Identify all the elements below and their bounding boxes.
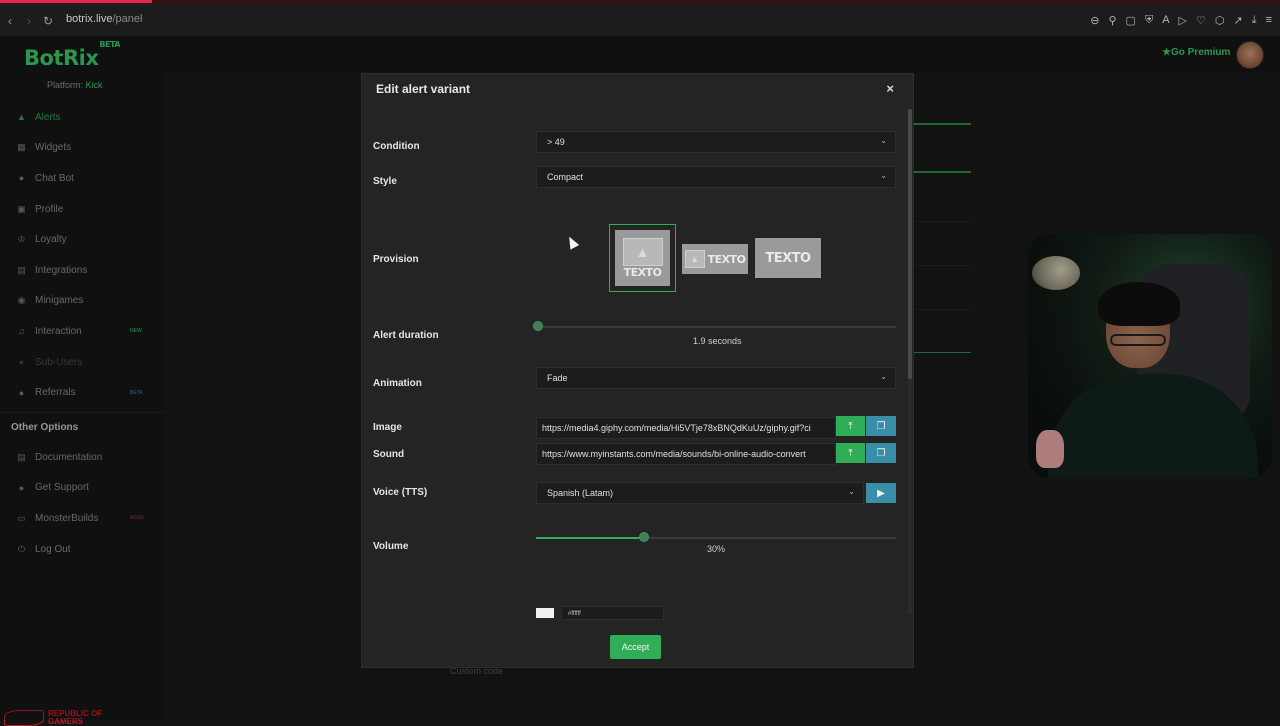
condition-label: Condition — [373, 141, 420, 152]
provision-option-vertical[interactable]: ▲ TEXTO — [615, 230, 670, 286]
play-icon[interactable]: ▷ — [1179, 14, 1187, 27]
browser-toolbar: ‹ › ↻ botrix.live/panel ⊖ ⚲ ▢ ⛨ A ▷ ♡ ⬡ … — [0, 0, 1280, 36]
animation-value: Fade — [547, 373, 568, 383]
chevron-down-icon: ⌄ — [880, 136, 887, 145]
download-icon[interactable]: ⤓ — [1252, 14, 1257, 27]
close-icon[interactable]: × — [886, 81, 894, 96]
sound-upload-button[interactable]: ⤒ — [836, 443, 865, 463]
zoom-icon[interactable]: ⊖ — [1090, 14, 1099, 27]
sound-label: Sound — [373, 449, 405, 460]
provision-option-horizontal[interactable]: ▲ TEXTO — [682, 244, 748, 274]
screenshot-icon[interactable]: ▢ — [1126, 14, 1136, 27]
animation-label: Animation — [373, 378, 422, 389]
address-bar[interactable]: botrix.live/panel — [66, 13, 142, 25]
duration-slider-track[interactable] — [538, 326, 896, 328]
chevron-down-icon: ⌄ — [880, 171, 887, 180]
text-color-input[interactable]: #ffffff — [561, 606, 664, 620]
image-label: Image — [373, 422, 402, 433]
image-placeholder-icon: ▲ — [622, 237, 663, 266]
animation-select[interactable]: Fade ⌄ — [536, 367, 896, 389]
image-placeholder-icon: ▲ — [684, 250, 705, 268]
share-icon[interactable]: ↗ — [1233, 14, 1242, 27]
provision-option-text-only[interactable]: TEXTO — [755, 238, 821, 278]
voice-value: Spanish (Latam) — [547, 488, 614, 498]
provision-label: Provision — [373, 254, 419, 265]
voice-tts-label: Voice (TTS) — [373, 487, 428, 498]
provision-card-text: TEXTO — [765, 250, 811, 266]
tts-play-button[interactable]: ▶ — [866, 483, 896, 503]
active-tab-indicator[interactable] — [0, 0, 152, 3]
gallery-icon: ❐ — [876, 447, 886, 459]
provision-card-text: TEXTO — [623, 265, 662, 279]
modal-title: Edit alert variant — [376, 82, 471, 96]
accept-button[interactable]: Accept — [610, 635, 661, 659]
upload-icon: ⤒ — [848, 420, 853, 432]
edit-alert-variant-modal: Edit alert variant × Condition > 49 ⌄ Sty… — [361, 73, 914, 668]
duration-slider-handle[interactable] — [533, 321, 543, 331]
url-path: /panel — [112, 13, 143, 25]
heart-icon[interactable]: ♡ — [1196, 14, 1206, 27]
text-color-swatch[interactable] — [536, 608, 554, 618]
volume-slider-handle[interactable] — [639, 532, 649, 542]
url-host: botrix.live — [66, 13, 113, 25]
provision-card-text: TEXTO — [707, 252, 746, 266]
style-select[interactable]: Compact ⌄ — [536, 166, 896, 188]
sound-gallery-button[interactable]: ❐ — [866, 443, 896, 463]
volume-label: Volume — [373, 541, 409, 552]
condition-select[interactable]: > 49 ⌄ — [536, 131, 896, 153]
reload-icon[interactable]: ↻ — [43, 14, 53, 28]
modal-header: Edit alert variant × — [362, 74, 913, 104]
condition-value: > 49 — [547, 137, 565, 147]
modal-scrollbar[interactable] — [908, 109, 912, 614]
upload-icon: ⤒ — [848, 447, 853, 459]
volume-slider-fill — [536, 537, 644, 539]
back-icon[interactable]: ‹ — [8, 14, 12, 28]
voice-tts-select[interactable]: Spanish (Latam) ⌄ — [536, 482, 864, 504]
chevron-down-icon: ⌄ — [880, 372, 887, 381]
chevron-down-icon: ⌄ — [848, 487, 855, 496]
forward-icon[interactable]: › — [27, 14, 31, 28]
style-value: Compact — [547, 172, 584, 182]
image-url-input[interactable]: https://media4.giphy.com/media/Hi5VTje78… — [536, 417, 836, 439]
shield-icon[interactable]: ⛨ — [1145, 14, 1153, 27]
image-upload-button[interactable]: ⤒ — [836, 416, 865, 436]
alert-duration-label: Alert duration — [373, 330, 439, 341]
volume-value: 30% — [707, 544, 726, 554]
scrollbar-thumb[interactable] — [908, 109, 912, 379]
browser-tools: ⊖ ⚲ ▢ ⛨ A ▷ ♡ ⬡ ↗ ⤓ ≡ — [1090, 14, 1272, 27]
play-icon: ▶ — [877, 487, 885, 499]
style-label: Style — [373, 176, 397, 187]
gallery-icon: ❐ — [876, 420, 886, 432]
sound-url-input[interactable]: https://www.myinstants.com/media/sounds/… — [536, 443, 836, 465]
duration-value: 1.9 seconds — [693, 336, 742, 346]
extensions-icon[interactable]: ⬡ — [1215, 14, 1225, 27]
pin-icon[interactable]: ⚲ — [1108, 14, 1116, 27]
menu-icon[interactable]: ≡ — [1266, 14, 1272, 27]
translate-icon[interactable]: A — [1162, 14, 1169, 27]
image-gallery-button[interactable]: ❐ — [866, 416, 896, 436]
